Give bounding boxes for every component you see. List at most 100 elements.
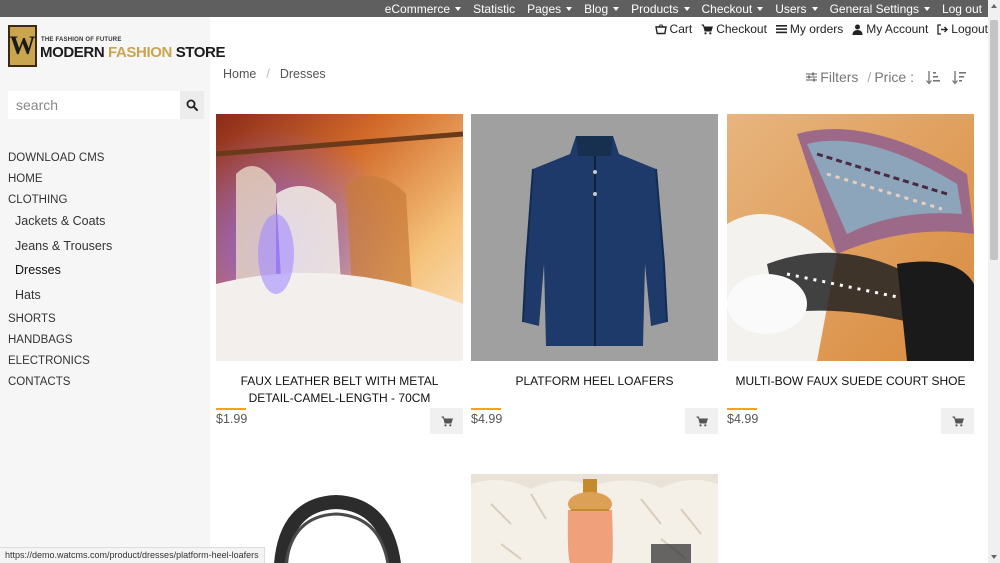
user-bar: Cart Checkout My orders My Account Logou… [210, 19, 988, 39]
admin-menu-ecommerce[interactable]: eCommerce [384, 1, 462, 16]
folded-fabrics-photo [727, 114, 974, 361]
admin-menu-label: General Settings [829, 1, 919, 16]
product-image[interactable] [471, 114, 718, 361]
nav-clothing[interactable]: CLOTHING [8, 193, 203, 214]
product-price: $4.99 [471, 412, 503, 426]
nav-dresses[interactable]: Dresses [8, 263, 203, 288]
product-price: $4.99 [727, 412, 759, 426]
product-card [471, 474, 718, 563]
admin-menu-label: Blog [584, 1, 609, 16]
product-image[interactable] [471, 474, 718, 563]
admin-menu-blog[interactable]: Blog [584, 1, 620, 16]
scroll-down-icon[interactable] [991, 555, 997, 559]
add-to-cart-button[interactable] [941, 408, 974, 434]
admin-menu-users[interactable]: Users [775, 1, 818, 16]
checkout-label: Checkout [716, 22, 767, 36]
search-input[interactable] [8, 91, 180, 119]
my-orders-link[interactable]: My orders [775, 22, 844, 36]
product-name[interactable]: FAUX LEATHER BELT WITH METAL DETAIL-CAME… [216, 373, 463, 407]
store-logo[interactable]: W THE FASHION OF FUTURE MODERN FASHION S… [8, 25, 225, 69]
sort-amount-asc-icon [926, 70, 940, 85]
logout-label: Logout [951, 22, 988, 36]
caret-down-icon [757, 7, 764, 12]
product-price: $1.99 [216, 412, 248, 426]
logo-mark: W [8, 25, 37, 67]
caret-down-icon [566, 7, 573, 12]
admin-menu-log-out[interactable]: Log out [942, 2, 982, 16]
cart-icon [696, 416, 708, 426]
cart-icon [701, 24, 714, 34]
caret-down-icon [923, 7, 930, 12]
nav-home[interactable]: HOME [8, 172, 203, 193]
nav-hats[interactable]: Hats [8, 288, 203, 313]
product-card: MULTI-BOW FAUX SUEDE COURT SHOE $4.99 [727, 114, 974, 438]
nav-download-cms[interactable]: DOWNLOAD CMS [8, 151, 203, 172]
basket-icon [654, 23, 667, 34]
caret-down-icon [811, 7, 818, 12]
price-accent-line [216, 408, 246, 410]
admin-menu-label: Statistic [473, 1, 516, 16]
search-icon [186, 99, 198, 111]
admin-menu-checkout[interactable]: Checkout [702, 2, 764, 16]
admin-menu-label: eCommerce [384, 1, 451, 16]
nav-shorts[interactable]: SHORTS [8, 312, 203, 333]
admin-menu-statistic[interactable]: Statistic [473, 2, 515, 16]
add-to-cart-button[interactable] [430, 408, 463, 434]
scroll-up-icon[interactable] [991, 4, 997, 8]
breadcrumb-separator: / [266, 67, 270, 81]
caret-down-icon [683, 7, 690, 12]
sort-descending-button[interactable] [952, 70, 966, 85]
checkout-link[interactable]: Checkout [701, 22, 767, 36]
search-box [8, 91, 204, 119]
product-name[interactable]: MULTI-BOW FAUX SUEDE COURT SHOE [727, 373, 974, 390]
browser-status-url: https://demo.watcms.com/product/dresses/… [0, 547, 265, 563]
filters-button[interactable]: Filters [806, 69, 858, 85]
logo-name-part: MODERN [40, 44, 109, 61]
list-icon [775, 25, 787, 34]
breadcrumb-home[interactable]: Home [223, 67, 256, 81]
filters-label: Filters [820, 69, 859, 85]
product-name[interactable]: PLATFORM HEEL LOAFERS [471, 373, 718, 390]
product-card: FAUX LEATHER BELT WITH METAL DETAIL-CAME… [216, 114, 463, 438]
admin-bar: eCommerce Statistic Pages Blog Products … [0, 0, 988, 17]
sort-amount-desc-icon [952, 70, 966, 85]
admin-menu-pages[interactable]: Pages [527, 2, 573, 16]
breadcrumb: Home / Dresses [223, 67, 326, 81]
nav-electronics[interactable]: ELECTRONICS [8, 354, 203, 375]
search-button[interactable] [180, 91, 204, 119]
admin-menu-label: Users [775, 1, 807, 16]
add-to-cart-button[interactable] [685, 408, 718, 434]
my-orders-label: My orders [789, 22, 844, 36]
price-label: Price : [874, 69, 914, 85]
toolbar-separator: / [867, 69, 872, 85]
price-accent-line [471, 408, 501, 410]
logo-name: MODERN FASHION STORE [40, 44, 225, 61]
nav-contacts[interactable]: CONTACTS [8, 375, 203, 396]
product-image[interactable] [216, 114, 463, 361]
admin-menu-label: Checkout [701, 1, 753, 16]
navy-jacket-photo [471, 114, 718, 361]
nav-jackets-coats[interactable]: Jackets & Coats [8, 214, 203, 239]
scrollbar-thumb[interactable] [990, 20, 998, 260]
nav-jeans-trousers[interactable]: Jeans & Trousers [8, 239, 203, 264]
nav-handbags[interactable]: HANDBAGS [8, 333, 203, 354]
logout-link[interactable]: Logout [937, 22, 988, 36]
caret-down-icon [455, 7, 462, 12]
sign-out-icon [937, 23, 949, 35]
admin-menu-general-settings[interactable]: General Settings [830, 2, 930, 16]
my-account-link[interactable]: My Account [852, 22, 928, 36]
product-card: PLATFORM HEEL LOAFERS $4.99 [471, 114, 718, 438]
product-image[interactable] [727, 114, 974, 361]
page-scrollbar[interactable] [988, 0, 1000, 563]
cart-icon [441, 416, 453, 426]
logo-tagline: THE FASHION OF FUTURE [41, 37, 122, 43]
price-accent-line [727, 408, 757, 410]
my-account-label: My Account [866, 22, 929, 36]
sort-ascending-button[interactable] [926, 70, 940, 85]
sidebar: W THE FASHION OF FUTURE MODERN FASHION S… [0, 17, 225, 563]
admin-menu-products[interactable]: Products [631, 2, 690, 16]
product-toolbar: Filters / Price : [806, 69, 966, 85]
logo-name-part: STORE [171, 44, 226, 61]
cart-link[interactable]: Cart [654, 22, 692, 36]
clothes-rack-photo [216, 114, 463, 361]
